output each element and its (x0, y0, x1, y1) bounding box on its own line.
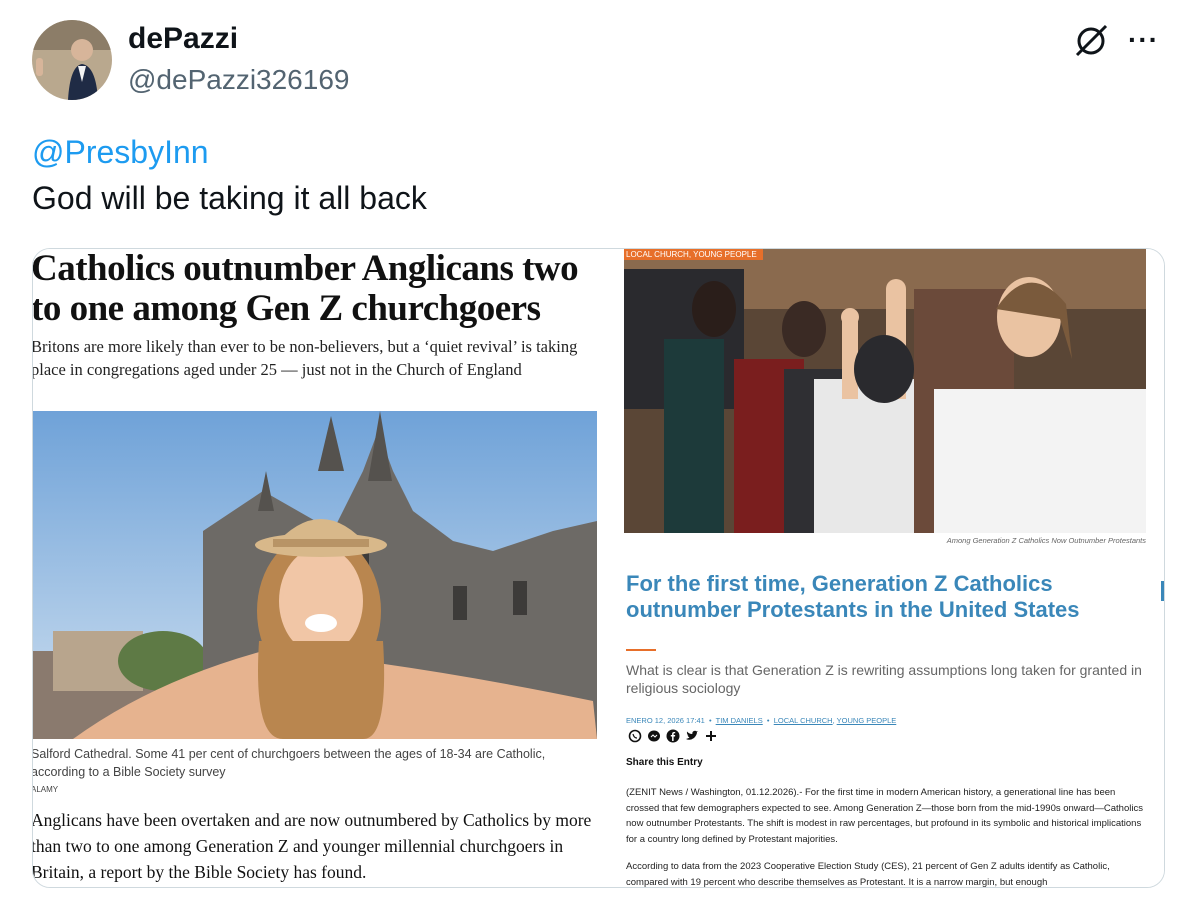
right-body-paragraph-1: (ZENIT News / Washington, 01.12.2026).- … (626, 787, 1143, 845)
share-label: Share this Entry (626, 757, 703, 768)
article-meta: ENERO 12, 2026 17:41 • TIM DANIELS • LOC… (626, 716, 897, 725)
author-name[interactable]: dePazzi (128, 22, 238, 56)
edge-marker (1161, 581, 1164, 601)
worship-crowd-photo (624, 249, 1146, 533)
messenger-icon[interactable] (647, 729, 661, 743)
right-body-paragraph-2: According to data from the 2023 Cooperat… (626, 861, 1110, 887)
right-article-image: LOCAL CHURCH, YOUNG PEOPLE Among Generat… (624, 249, 1164, 887)
left-standfirst: Britons are more likely than ever to be … (33, 337, 578, 379)
tweet-text: God will be taking it all back (32, 180, 427, 216)
meta-date: ENERO 12, 2026 17:41 (626, 716, 705, 725)
more-icon[interactable]: ··· (1128, 24, 1159, 56)
left-body-text: Anglicans have been overtaken and are no… (33, 810, 592, 882)
accent-rule (626, 649, 656, 651)
grok-icon[interactable] (1072, 22, 1110, 60)
category-tag[interactable]: LOCAL CHURCH, YOUNG PEOPLE (624, 249, 763, 260)
mention-link[interactable]: @PresbyInn (32, 134, 209, 171)
share-icons (628, 729, 718, 743)
cathedral-selfie-photo (33, 411, 597, 739)
avatar[interactable] (32, 20, 112, 100)
right-title: For the first time, Generation Z Catholi… (626, 571, 1080, 622)
media-attachment[interactable]: Catholics outnumber Anglicans two to one… (32, 248, 1165, 888)
twitter-icon[interactable] (685, 729, 699, 743)
meta-author[interactable]: TIM DANIELS (716, 716, 763, 725)
author-handle[interactable]: @dePazzi326169 (128, 64, 349, 96)
meta-category-local-church[interactable]: LOCAL CHURCH (774, 716, 833, 725)
right-lead: What is clear is that Generation Z is re… (626, 662, 1142, 696)
plus-icon[interactable] (704, 729, 718, 743)
left-headline: Catholics outnumber Anglicans two to one… (33, 249, 579, 329)
meta-category-young-people[interactable]: YOUNG PEOPLE (837, 716, 897, 725)
whatsapp-icon[interactable] (628, 729, 642, 743)
left-photo-caption: Salford Cathedral. Some 41 per cent of c… (33, 747, 546, 779)
left-article-image: Catholics outnumber Anglicans two to one… (33, 249, 599, 887)
right-photo-caption: Among Generation Z Catholics Now Outnumb… (946, 536, 1146, 545)
facebook-icon[interactable] (666, 729, 680, 743)
left-photo-credit: ALAMY (33, 785, 59, 794)
